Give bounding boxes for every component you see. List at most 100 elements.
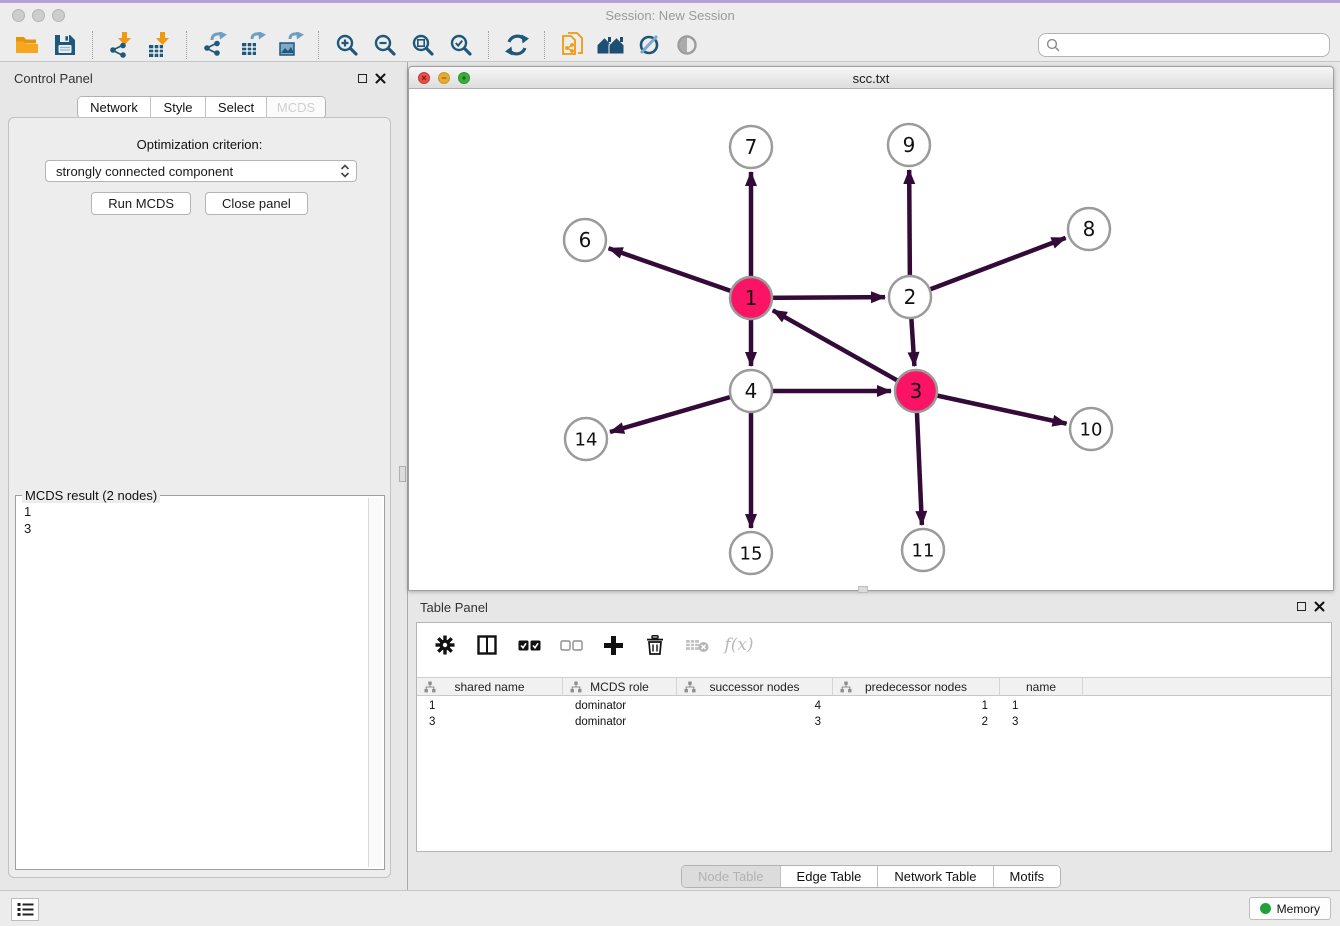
svg-text:11: 11 <box>912 540 935 561</box>
toolbar-separator <box>186 31 188 59</box>
vertical-splitter-handle[interactable] <box>399 466 406 482</box>
tab-mcds[interactable]: MCDS <box>267 97 325 118</box>
zoom-in-icon[interactable] <box>332 30 362 60</box>
column-header-shared-name[interactable]: shared name <box>417 678 563 695</box>
add-row-icon[interactable] <box>601 633 625 657</box>
cell-predecessor-nodes[interactable]: 1 <box>833 698 1000 714</box>
graph-node-9[interactable]: 9 <box>888 124 930 166</box>
svg-text:7: 7 <box>745 135 758 159</box>
cell-name[interactable]: 1 <box>1000 698 1083 714</box>
graph-node-14[interactable]: 14 <box>565 418 607 460</box>
graph-edge-2-8[interactable] <box>910 238 1066 297</box>
horizontal-splitter-handle[interactable] <box>858 586 868 593</box>
tab-node-table[interactable]: Node Table <box>682 866 781 887</box>
tab-motifs[interactable]: Motifs <box>994 866 1061 887</box>
table-row[interactable]: 3dominator323 <box>417 714 1331 730</box>
status-bar: Memory <box>0 890 1340 926</box>
table-panel-float-icon[interactable] <box>1297 602 1306 611</box>
graph-node-7[interactable]: 7 <box>730 126 772 168</box>
task-list-icon <box>17 902 34 917</box>
zoom-selected-icon[interactable] <box>446 30 476 60</box>
open-session-icon[interactable] <box>12 30 42 60</box>
graph-edge-3-10[interactable] <box>916 391 1067 424</box>
graph-node-10[interactable]: 10 <box>1070 408 1112 450</box>
svg-text:9: 9 <box>903 133 916 157</box>
select-all-checkboxes-icon[interactable] <box>517 633 541 657</box>
show-panel-icon <box>672 30 702 60</box>
memory-button[interactable]: Memory <box>1249 897 1331 920</box>
graph-node-11[interactable]: 11 <box>902 529 944 571</box>
graph-edge-3-1[interactable] <box>773 310 916 391</box>
mcds-result-scrollbar[interactable] <box>368 498 382 867</box>
tab-network[interactable]: Network <box>78 97 151 118</box>
import-network-icon[interactable] <box>106 30 136 60</box>
tab-style[interactable]: Style <box>151 97 206 118</box>
export-image-icon[interactable] <box>276 30 306 60</box>
cell-successor-nodes[interactable]: 3 <box>677 714 833 730</box>
close-panel-button[interactable]: Close panel <box>205 192 308 215</box>
delete-row-icon[interactable] <box>643 633 667 657</box>
graph-node-6[interactable]: 6 <box>564 219 606 261</box>
cell-name[interactable]: 3 <box>1000 714 1083 730</box>
svg-text:10: 10 <box>1080 419 1103 440</box>
hide-panel-icon[interactable] <box>634 30 664 60</box>
network-canvas[interactable]: 7 9 6 8 1 2 4 3 14 10 15 11 <box>409 89 1333 590</box>
home-icon[interactable] <box>596 30 626 60</box>
search-field[interactable] <box>1038 33 1330 57</box>
table-toolbar: f(x) <box>417 623 1331 667</box>
graph-node-3[interactable]: 3 <box>895 370 937 412</box>
table-rows: 1dominator4113dominator323 <box>417 698 1331 730</box>
column-header-predecessor-nodes[interactable]: predecessor nodes <box>833 678 1000 695</box>
chevron-up-down-icon <box>340 164 350 178</box>
graph-node-2[interactable]: 2 <box>889 276 931 318</box>
tab-select[interactable]: Select <box>206 97 267 118</box>
column-header-filler <box>1083 678 1331 695</box>
zoom-fit-icon[interactable] <box>408 30 438 60</box>
task-history-button[interactable] <box>11 898 39 921</box>
import-table-icon[interactable] <box>144 30 174 60</box>
export-table-icon[interactable] <box>238 30 268 60</box>
svg-text:3: 3 <box>910 379 923 403</box>
graph-node-4[interactable]: 4 <box>730 370 772 412</box>
column-header-label: successor nodes <box>709 680 799 694</box>
column-header-successor-nodes[interactable]: successor nodes <box>677 678 833 695</box>
graph-node-1[interactable]: 1 <box>730 277 772 319</box>
table-panel-close-icon[interactable] <box>1314 601 1325 612</box>
delete-table-icon <box>685 633 709 657</box>
tab-edge-table[interactable]: Edge Table <box>781 866 879 887</box>
network-from-file-icon[interactable] <box>558 30 588 60</box>
cell-shared-name[interactable]: 3 <box>417 714 563 730</box>
graph-edge-1-6[interactable] <box>609 248 751 298</box>
deselect-all-checkboxes-icon[interactable] <box>559 633 583 657</box>
column-header-label: predecessor nodes <box>865 680 967 694</box>
search-icon <box>1046 38 1060 52</box>
network-window-title: scc.txt <box>409 71 1333 86</box>
network-view-window: × − + scc.txt 7 9 6 8 1 2 4 3 14 10 15 11 <box>408 66 1334 591</box>
cell-predecessor-nodes[interactable]: 2 <box>833 714 1000 730</box>
run-mcds-button[interactable]: Run MCDS <box>91 192 191 215</box>
table-settings-icon[interactable] <box>433 633 457 657</box>
tab-network-table[interactable]: Network Table <box>878 866 993 887</box>
show-columns-icon[interactable] <box>475 633 499 657</box>
cell-successor-nodes[interactable]: 4 <box>677 698 833 714</box>
network-window-titlebar: × − + scc.txt <box>409 67 1333 89</box>
graph-node-15[interactable]: 15 <box>730 532 772 574</box>
graph-node-8[interactable]: 8 <box>1068 208 1110 250</box>
search-input[interactable] <box>1065 37 1329 53</box>
cell-MCDS-role[interactable]: dominator <box>563 714 677 730</box>
export-network-icon[interactable] <box>200 30 230 60</box>
table-row[interactable]: 1dominator411 <box>417 698 1331 714</box>
refresh-view-icon[interactable] <box>502 30 532 60</box>
zoom-out-icon[interactable] <box>370 30 400 60</box>
toolbar-separator <box>318 31 320 59</box>
column-header-name[interactable]: name <box>1000 678 1083 695</box>
control-panel-close-icon[interactable] <box>375 73 386 84</box>
control-panel-float-icon[interactable] <box>358 74 367 83</box>
save-session-icon[interactable] <box>50 30 80 60</box>
cell-MCDS-role[interactable]: dominator <box>563 698 677 714</box>
optimization-criterion-label: Optimization criterion: <box>9 137 390 152</box>
criterion-dropdown[interactable]: strongly connected component <box>45 160 357 182</box>
column-header-MCDS-role[interactable]: MCDS role <box>563 678 677 695</box>
cell-shared-name[interactable]: 1 <box>417 698 563 714</box>
toolbar-separator <box>92 31 94 59</box>
